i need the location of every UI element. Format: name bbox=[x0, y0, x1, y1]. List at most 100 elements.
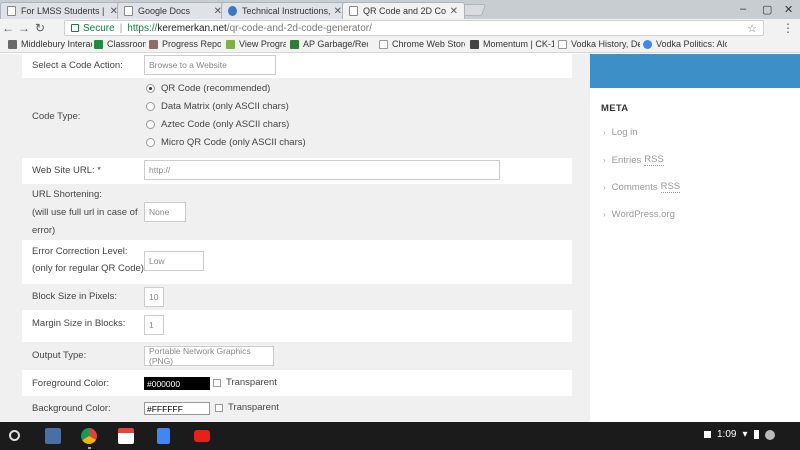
meta-log-in-link[interactable]: › Log in bbox=[603, 127, 638, 138]
bookmark-chrome-web-store[interactable]: Chrome Web Store - bbox=[379, 39, 465, 49]
code-action-select[interactable]: Browse to a Website bbox=[144, 55, 276, 75]
error-correction-select[interactable]: Low bbox=[144, 251, 204, 271]
browser-toolbar: ← → ↻ Secure | https:// keremerkan.net /… bbox=[0, 19, 800, 37]
page-icon bbox=[379, 39, 388, 49]
error-correction-label-2: (only for regular QR Code) bbox=[32, 263, 144, 274]
bookmark-view-program[interactable]: View Program bbox=[226, 39, 286, 49]
bookmark-label: Middlebury Interactiv bbox=[21, 39, 92, 49]
code-type-label: Code Type: bbox=[32, 111, 81, 122]
menu-icon[interactable]: ⋮ bbox=[782, 21, 794, 35]
rss-abbr: RSS bbox=[660, 181, 681, 193]
bookmark-vodka-history[interactable]: Vodka History, Devel bbox=[558, 39, 640, 49]
google-icon bbox=[643, 39, 652, 49]
close-icon[interactable]: ✕ bbox=[334, 6, 342, 17]
background-row: Background Color: #FFFFFF Transparent bbox=[22, 396, 572, 422]
back-icon[interactable]: ← bbox=[0, 21, 16, 35]
bookmark-label: Vodka History, Devel bbox=[571, 39, 640, 49]
bookmark-momentum[interactable]: Momentum | CK-12 F bbox=[470, 39, 554, 49]
tab-lmss-students[interactable]: For LMSS Students | Li ✕ bbox=[0, 2, 125, 19]
forward-icon[interactable]: → bbox=[16, 21, 32, 35]
margin-size-label: Margin Size in Blocks: bbox=[32, 318, 126, 329]
reload-icon[interactable]: ↻ bbox=[32, 21, 48, 35]
bookmark-label: Momentum | CK-12 F bbox=[483, 39, 554, 49]
block-size-input[interactable]: 10 bbox=[144, 287, 164, 307]
radio-dot[interactable] bbox=[146, 120, 155, 129]
radio-micro-qr[interactable]: Micro QR Code (only ASCII chars) bbox=[146, 137, 306, 148]
radio-label: Aztec Code (only ASCII chars) bbox=[161, 119, 290, 130]
meta-wordpress-link[interactable]: › WordPress.org bbox=[603, 209, 675, 220]
bookmark-label: Progress Reports bbox=[162, 39, 221, 49]
tab-google-docs[interactable]: Google Docs ✕ bbox=[117, 2, 229, 19]
system-tray[interactable]: 1:09 ▾ bbox=[704, 429, 775, 440]
page-icon bbox=[8, 39, 17, 49]
url-input[interactable]: http:// bbox=[144, 160, 500, 180]
foreground-transparent-checkbox[interactable]: Transparent bbox=[213, 377, 277, 388]
tab-title: QR Code and 2D Code G bbox=[363, 6, 446, 16]
meta-comments-rss-link[interactable]: › Comments RSS bbox=[603, 181, 681, 193]
close-window-icon[interactable]: ✕ bbox=[784, 3, 793, 16]
background-transparent-checkbox[interactable]: Transparent bbox=[215, 402, 279, 413]
tab-qr-code[interactable]: QR Code and 2D Code G ✕ bbox=[342, 2, 465, 19]
launcher-icon[interactable] bbox=[9, 430, 20, 441]
bookmark-progress-reports[interactable]: Progress Reports bbox=[149, 39, 221, 49]
close-icon[interactable]: ✕ bbox=[450, 6, 458, 17]
web-page: Select a Code Action: Browse to a Websit… bbox=[0, 54, 800, 422]
chrome-icon[interactable] bbox=[81, 428, 97, 444]
error-correction-row: Error Correction Level: (only for regula… bbox=[22, 240, 572, 280]
radio-qr-code[interactable]: QR Code (recommended) bbox=[146, 83, 270, 94]
notification-icon[interactable] bbox=[704, 431, 711, 438]
error-correction-label-1: Error Correction Level: bbox=[32, 246, 128, 257]
checkbox[interactable] bbox=[215, 403, 223, 412]
bookmark-middlebury[interactable]: Middlebury Interactiv bbox=[8, 39, 92, 49]
files-app-icon[interactable] bbox=[45, 428, 61, 444]
chevron-right-icon: › bbox=[603, 155, 606, 165]
bookmark-classroom[interactable]: Classroom bbox=[94, 39, 146, 49]
meta-label: WordPress.org bbox=[611, 209, 675, 220]
checkbox[interactable] bbox=[213, 378, 221, 387]
clock[interactable]: 1:09 bbox=[717, 429, 736, 440]
page-icon bbox=[124, 6, 133, 16]
code-type-row: Code Type: QR Code (recommended) Data Ma… bbox=[22, 78, 572, 158]
wifi-icon: ▾ bbox=[742, 429, 748, 440]
bookmark-label: Vodka Politics: Alcoh bbox=[656, 39, 727, 49]
grid-icon bbox=[470, 39, 479, 49]
radio-dot[interactable] bbox=[146, 138, 155, 147]
foreground-label: Foreground Color: bbox=[32, 378, 110, 389]
maximize-icon[interactable]: ▢ bbox=[762, 3, 772, 16]
chevron-right-icon: › bbox=[603, 182, 606, 192]
margin-size-input[interactable]: 1 bbox=[144, 315, 164, 335]
minimize-icon[interactable]: – bbox=[740, 3, 746, 15]
meta-entries-rss-link[interactable]: › Entries RSS bbox=[603, 154, 664, 166]
shortening-label-2: (will use full url in case of bbox=[32, 207, 138, 218]
gmail-icon[interactable] bbox=[118, 428, 134, 444]
bookmark-ap-garbage[interactable]: AP Garbage/Recyclin bbox=[290, 39, 368, 49]
classroom-icon bbox=[94, 39, 103, 49]
shortening-row: URL Shortening: (will use full url in ca… bbox=[22, 184, 572, 240]
person-icon bbox=[149, 39, 158, 49]
bookmark-vodka-politics[interactable]: Vodka Politics: Alcoh bbox=[643, 39, 727, 49]
radio-label: Micro QR Code (only ASCII chars) bbox=[161, 137, 306, 148]
foreground-color-input[interactable]: #000000 bbox=[144, 377, 210, 390]
tab-technical-instructions[interactable]: Technical Instructions, E ✕ bbox=[221, 2, 349, 19]
code-action-row: Select a Code Action: Browse to a Websit… bbox=[22, 54, 572, 78]
lock-icon bbox=[71, 24, 79, 32]
url-scheme: https:// bbox=[127, 22, 158, 34]
youtube-icon[interactable] bbox=[194, 430, 210, 442]
bookmark-star-icon[interactable]: ☆ bbox=[747, 22, 757, 35]
url-label: Web Site URL: * bbox=[32, 165, 101, 176]
checkbox-label: Transparent bbox=[226, 377, 277, 388]
secure-label: Secure bbox=[83, 22, 115, 34]
shortening-select[interactable]: None bbox=[144, 202, 186, 222]
radio-dot[interactable] bbox=[146, 84, 155, 93]
qr-generator-form: Select a Code Action: Browse to a Websit… bbox=[22, 54, 572, 422]
radio-label: Data Matrix (only ASCII chars) bbox=[161, 101, 289, 112]
radio-data-matrix[interactable]: Data Matrix (only ASCII chars) bbox=[146, 101, 289, 112]
checkbox-label: Transparent bbox=[228, 402, 279, 413]
output-type-select[interactable]: Portable Network Graphics (PNG) bbox=[144, 346, 274, 366]
address-bar[interactable]: Secure | https:// keremerkan.net /qr-cod… bbox=[64, 20, 764, 36]
chevron-right-icon: › bbox=[603, 128, 606, 137]
docs-icon[interactable] bbox=[157, 428, 170, 444]
background-color-input[interactable]: #FFFFFF bbox=[144, 402, 210, 415]
radio-dot[interactable] bbox=[146, 102, 155, 111]
radio-aztec-code[interactable]: Aztec Code (only ASCII chars) bbox=[146, 119, 289, 130]
